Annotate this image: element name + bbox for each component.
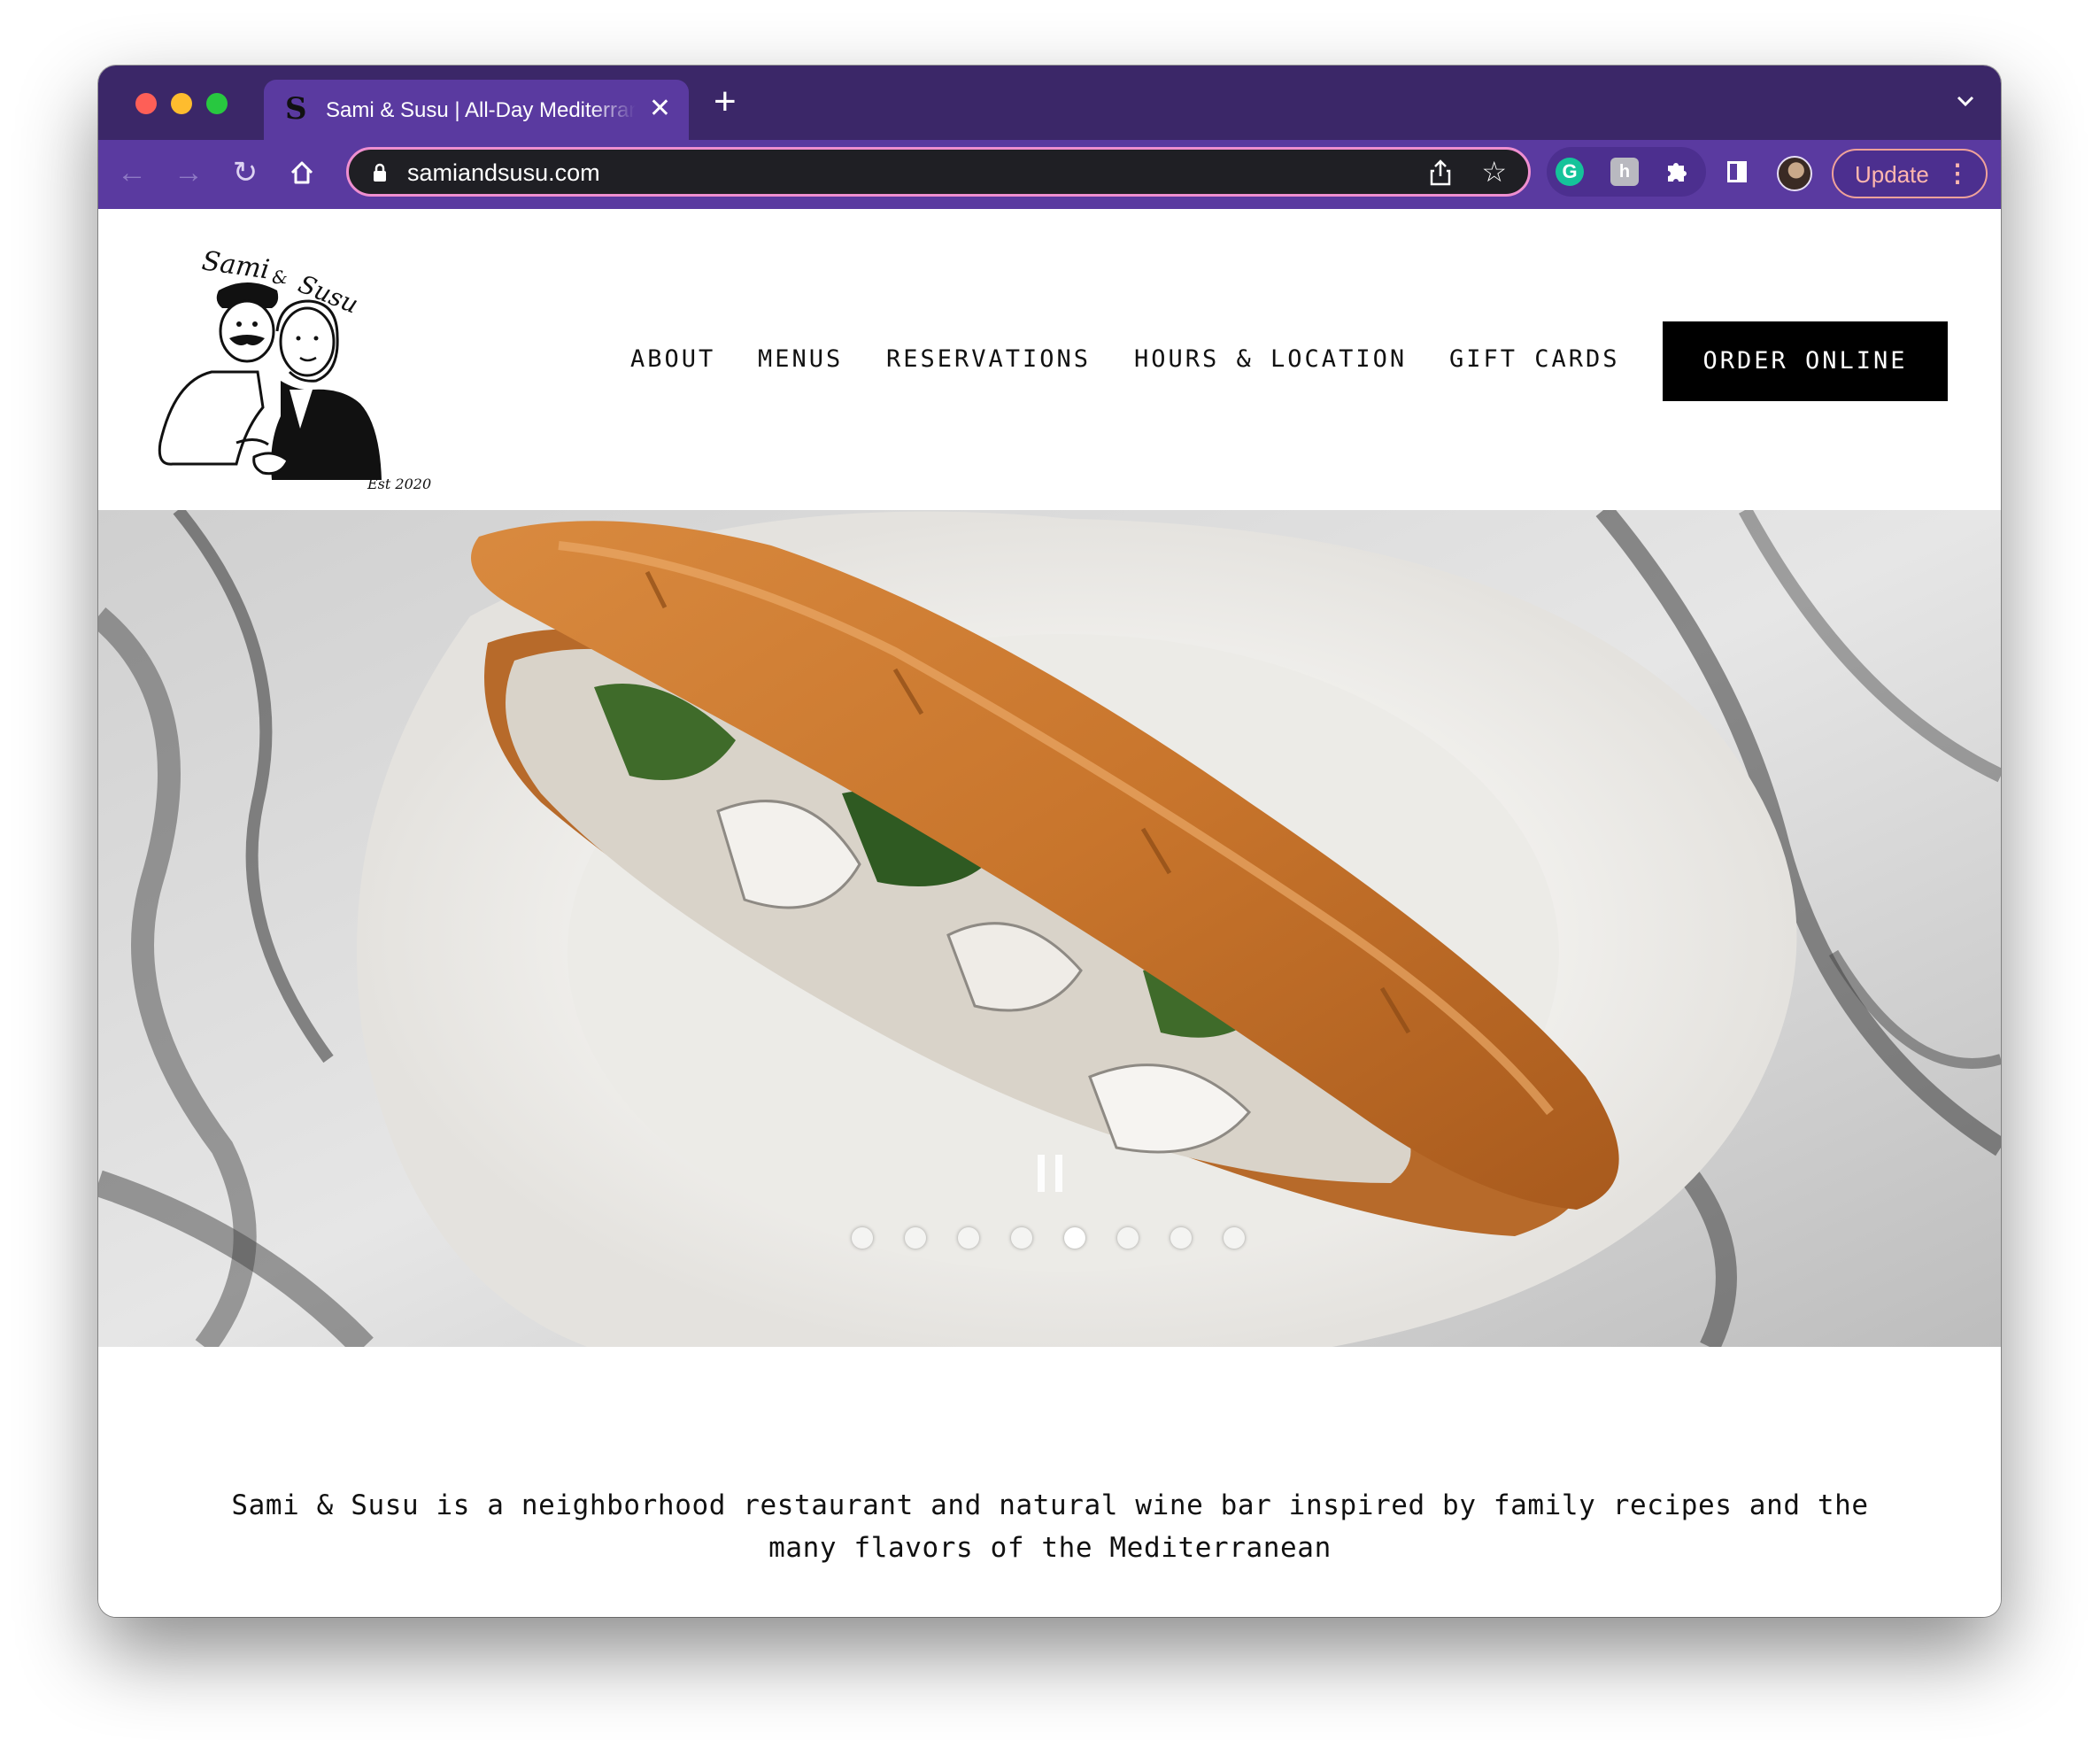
new-tab-icon[interactable]: + bbox=[714, 80, 737, 124]
slide-dot-active[interactable] bbox=[1064, 1227, 1085, 1249]
slide-dot[interactable] bbox=[1224, 1227, 1245, 1249]
tab-strip: S Sami & Susu | All-Day Mediterranean ✕ … bbox=[98, 66, 2001, 140]
slide-dot[interactable] bbox=[1170, 1227, 1192, 1249]
browser-toolbar: ← → ↻ samiandsusu.com ☆ G h Update ⋮ bbox=[98, 140, 2001, 209]
more-menu-icon[interactable]: ⋮ bbox=[1945, 158, 1970, 189]
browser-window: S Sami & Susu | All-Day Mediterranean ✕ … bbox=[98, 66, 2001, 1617]
site-favicon-icon: S bbox=[285, 91, 307, 127]
svg-text:&: & bbox=[272, 267, 288, 288]
slide-dot[interactable] bbox=[905, 1227, 926, 1249]
site-logo[interactable]: Sami & Susu Est 2020 bbox=[148, 239, 431, 500]
order-online-button[interactable]: ORDER ONLINE bbox=[1663, 321, 1948, 401]
nav-reservations[interactable]: RESERVATIONS bbox=[886, 345, 1091, 374]
nav-menus[interactable]: MENUS bbox=[758, 345, 843, 374]
nav-gift-cards[interactable]: GIFT CARDS bbox=[1449, 345, 1620, 374]
slide-dot[interactable] bbox=[958, 1227, 979, 1249]
restaurant-tagline: Sami & Susu is a neighborhood restaurant… bbox=[231, 1489, 1869, 1564]
lock-icon[interactable] bbox=[372, 163, 388, 187]
reload-icon[interactable]: ↻ bbox=[228, 155, 263, 190]
slide-dot[interactable] bbox=[852, 1227, 873, 1249]
honey-extension-icon[interactable]: h bbox=[1610, 158, 1639, 186]
tab-search-chevron-icon[interactable] bbox=[1957, 89, 1974, 113]
side-panel-icon[interactable] bbox=[1727, 161, 1747, 182]
profile-avatar[interactable] bbox=[1777, 156, 1812, 191]
share-icon[interactable] bbox=[1429, 159, 1452, 191]
forward-arrow-icon[interactable]: → bbox=[171, 155, 206, 190]
slide-dot[interactable] bbox=[1011, 1227, 1032, 1249]
extensions-group: G h bbox=[1547, 147, 1706, 197]
home-icon[interactable] bbox=[284, 155, 320, 190]
bookmark-star-icon[interactable]: ☆ bbox=[1481, 155, 1507, 189]
update-label: Update bbox=[1855, 161, 1929, 188]
hero-image bbox=[98, 510, 2001, 1347]
hero-slideshow bbox=[98, 510, 2001, 1347]
tab-active[interactable]: S Sami & Susu | All-Day Mediterranean ✕ bbox=[264, 80, 689, 140]
close-window-button[interactable] bbox=[135, 93, 157, 114]
nav-about[interactable]: ABOUT bbox=[630, 345, 715, 374]
svg-text:Sami: Sami bbox=[200, 245, 272, 285]
address-bar[interactable]: samiandsusu.com ☆ bbox=[346, 147, 1531, 197]
url-text: samiandsusu.com bbox=[407, 159, 600, 186]
slideshow-pause-icon[interactable] bbox=[1036, 1153, 1064, 1198]
update-button[interactable]: Update ⋮ bbox=[1832, 149, 1988, 198]
grammarly-extension-icon[interactable]: G bbox=[1556, 158, 1584, 186]
logo-established-text: Est 2020 bbox=[367, 476, 431, 492]
slide-dot[interactable] bbox=[1117, 1227, 1139, 1249]
minimize-window-button[interactable] bbox=[171, 93, 192, 114]
back-arrow-icon[interactable]: ← bbox=[114, 155, 150, 190]
tab-title: Sami & Susu | All-Day Mediterranean bbox=[326, 98, 636, 122]
nav-hours-location[interactable]: HOURS & LOCATION bbox=[1134, 345, 1407, 374]
close-tab-icon[interactable]: ✕ bbox=[649, 94, 671, 124]
webpage: Sami & Susu Est 2020 ABOUT MENUS RESERVA… bbox=[98, 209, 2001, 1617]
maximize-window-button[interactable] bbox=[206, 93, 228, 114]
extensions-puzzle-icon[interactable] bbox=[1664, 156, 1690, 193]
